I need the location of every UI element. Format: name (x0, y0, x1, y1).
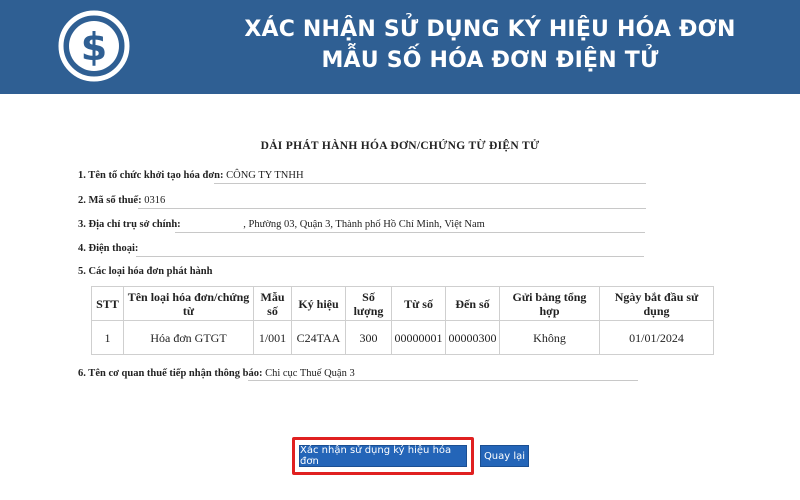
table-header-row: STT Tên loại hóa đơn/chứng từ Mẫu số Ký … (91, 286, 714, 321)
cell-summary: Không (499, 320, 600, 355)
cell-stt: 1 (91, 320, 124, 355)
invoice-types-field: 5. Các loại hóa đơn phát hành (78, 266, 212, 280)
banner-title-line-2: MẪU SỐ HÓA ĐƠN ĐIỆN TỬ (321, 48, 659, 73)
col-header-stt: STT (91, 286, 124, 321)
col-header-quantity: Số lượng (345, 286, 392, 321)
phone-label: 4. Điện thoại: (78, 243, 139, 254)
document-title: DẢI PHÁT HÀNH HÓA ĐƠN/CHỨNG TỪ ĐIỆN TỬ (260, 140, 540, 152)
address-value: , Phường 03, Quận 3, Thành phố Hồ Chí Mi… (243, 219, 485, 230)
tax-authority-label: 6. Tên cơ quan thuế tiếp nhận thông báo: (78, 368, 263, 379)
col-header-template: Mẫu số (253, 286, 292, 321)
org-name-label: 1. Tên tổ chức khởi tạo hóa đơn: (78, 170, 224, 181)
cell-symbol: C24TAA (291, 320, 346, 355)
cell-from: 00000001 (391, 320, 446, 355)
address-label: 3. Địa chỉ trụ sở chính: (78, 219, 181, 230)
col-header-start-date: Ngày bắt đầu sử dụng (599, 286, 714, 321)
back-button[interactable]: Quay lại (480, 445, 529, 467)
tax-code-value: 0316 (144, 195, 166, 206)
table-row: 1 Hóa đơn GTGT 1/001 C24TAA 300 00000001… (91, 320, 714, 355)
col-header-summary: Gửi bảng tổng hợp (499, 286, 600, 321)
cell-name: Hóa đơn GTGT (123, 320, 254, 355)
tax-authority-value: Chi cục Thuế Quận 3 (265, 368, 355, 379)
cell-start-date: 01/01/2024 (599, 320, 714, 355)
tax-code-underline (138, 208, 646, 209)
banner-title-line-1: XÁC NHẬN SỬ DỤNG KÝ HIỆU HÓA ĐƠN (244, 17, 736, 42)
header-banner: $ XÁC NHẬN SỬ DỤNG KÝ HIỆU HÓA ĐƠN MẪU S… (0, 0, 800, 94)
tax-code-label: 2. Mã số thuế: (78, 195, 142, 206)
col-header-to: Đến số (445, 286, 500, 321)
phone-field: 4. Điện thoại: (78, 243, 138, 257)
phone-underline (136, 256, 644, 257)
address-field: 3. Địa chỉ trụ sở chính: , Phường 03, Qu… (78, 219, 485, 233)
tax-code-field: 2. Mã số thuế: 0316 (78, 195, 165, 209)
dollar-coin-icon: $ (58, 10, 130, 82)
cell-template: 1/001 (253, 320, 292, 355)
invoice-types-table: STT Tên loại hóa đơn/chứng từ Mẫu số Ký … (91, 286, 714, 355)
org-name-field: 1. Tên tổ chức khởi tạo hóa đơn: CÔNG TY… (78, 170, 304, 184)
address-underline (175, 232, 645, 233)
org-name-value: CÔNG TY TNHH (226, 170, 304, 181)
banner-title: XÁC NHẬN SỬ DỤNG KÝ HIỆU HÓA ĐƠN MẪU SỐ … (190, 14, 790, 76)
cell-to: 00000300 (445, 320, 500, 355)
cell-quantity: 300 (345, 320, 392, 355)
col-header-name: Tên loại hóa đơn/chứng từ (123, 286, 254, 321)
org-name-underline (214, 183, 646, 184)
col-header-symbol: Ký hiệu (291, 286, 346, 321)
invoice-types-label: 5. Các loại hóa đơn phát hành (78, 266, 213, 277)
tax-authority-underline (248, 380, 638, 381)
col-header-from: Từ số (391, 286, 446, 321)
confirm-symbol-button[interactable]: Xác nhận sử dụng ký hiệu hóa đơn (299, 445, 467, 467)
svg-text:$: $ (81, 25, 107, 69)
